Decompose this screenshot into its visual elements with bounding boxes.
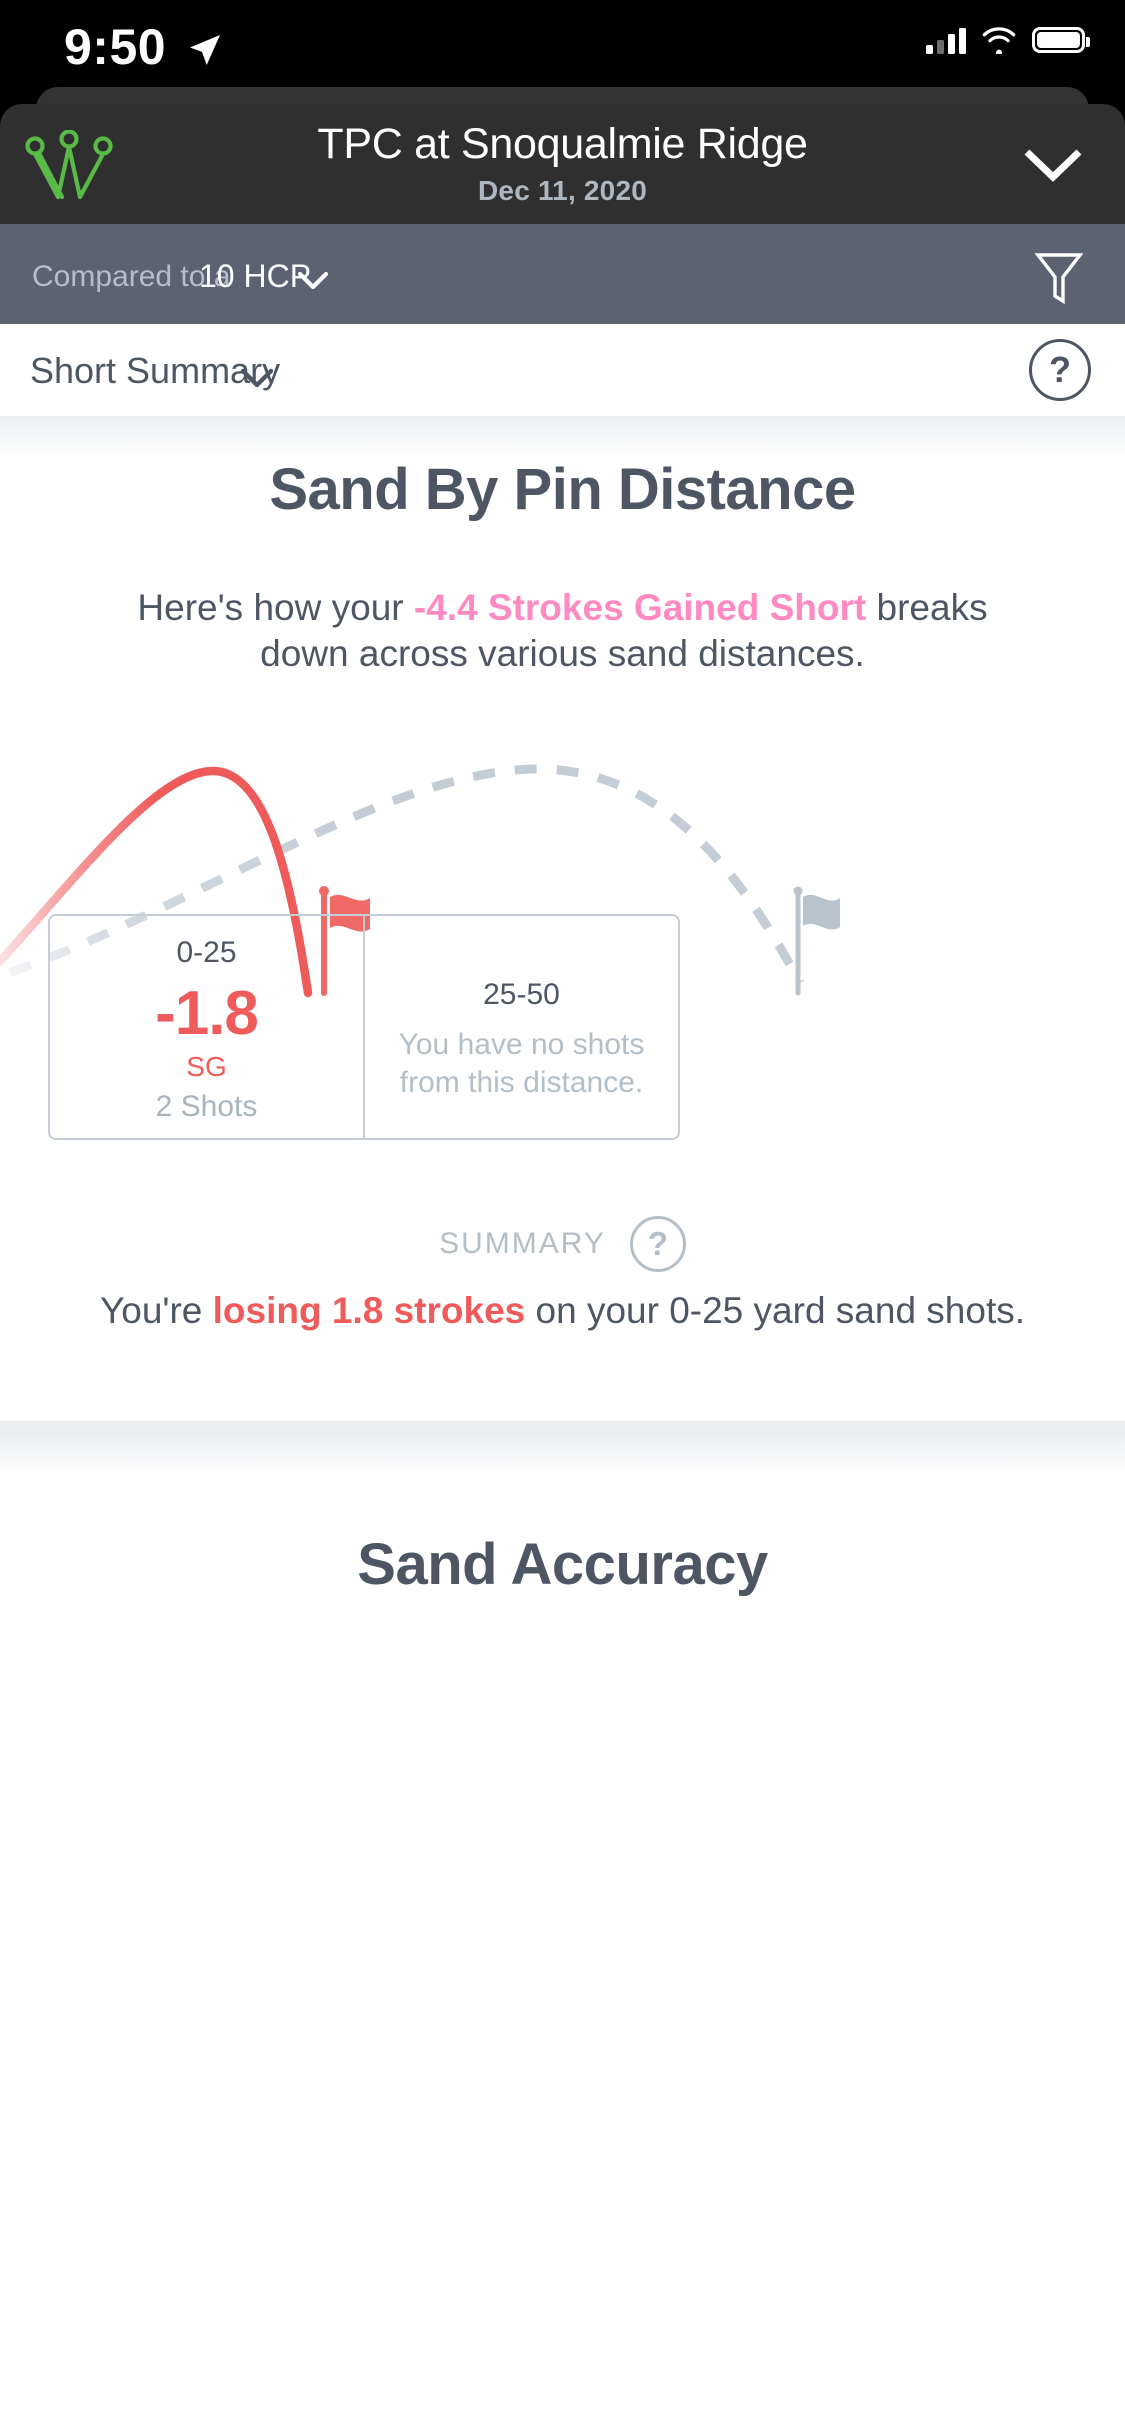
summary-text-prefix: You're — [99, 1290, 213, 1331]
description-highlight: -4.4 Strokes Gained Short — [413, 587, 867, 628]
page-title: Sand By Pin Distance — [269, 457, 856, 522]
summary-selector-chevron-down-icon[interactable] — [240, 368, 274, 388]
summary-help-button[interactable]: ? — [629, 1216, 686, 1272]
help-button[interactable]: ? — [1029, 339, 1091, 401]
section-description: Here's how your -4.4 Strokes Gained Shor… — [100, 585, 1025, 677]
cellular-signal-icon — [926, 26, 966, 54]
stat-cell-0-25[interactable]: 0-25 -1.8 SG 2 Shots — [50, 916, 363, 1138]
battery-full-icon — [1032, 27, 1090, 53]
compare-handicap-value[interactable]: 10 HCP — [199, 258, 311, 295]
funnel-filter-icon[interactable] — [1034, 251, 1084, 305]
gray-flag-icon — [793, 886, 840, 996]
round-header[interactable]: TPC at Snoqualmie Ridge Dec 11, 2020 — [0, 104, 1125, 224]
round-date: Dec 11, 2020 — [478, 175, 647, 207]
status-bar: 9:50 — [0, 0, 1125, 96]
sand-distance-stats-card: 0-25 -1.8 SG 2 Shots 25-50 You have no s… — [48, 914, 680, 1140]
summary-selector-bar: Short Summary ? — [0, 324, 1125, 416]
summary-heading-row: SUMMARY ? — [0, 1216, 1125, 1272]
section-divider — [0, 1421, 1125, 1435]
header-collapse-chevron-down-icon[interactable] — [1023, 148, 1083, 182]
header-text-block: TPC at Snoqualmie Ridge Dec 11, 2020 — [0, 120, 1125, 207]
stat-shot-count: 2 Shots — [155, 1090, 258, 1123]
stat-range-label: 0-25 — [176, 936, 237, 969]
compare-bar: Compared to a 10 HCP — [0, 224, 1125, 324]
course-name: TPC at Snoqualmie Ridge — [317, 120, 808, 168]
content-scroll-area[interactable]: Sand By Pin Distance Here's how your -4.… — [0, 416, 1125, 2436]
summary-text-highlight: losing 1.8 strokes — [212, 1290, 526, 1331]
summary-text-suffix: on your 0-25 yard sand shots. — [525, 1290, 1026, 1331]
stat-unit-label: SG — [186, 1051, 227, 1082]
next-section[interactable]: Sand Accuracy — [0, 1435, 1125, 1855]
compare-chevron-down-icon[interactable] — [297, 271, 329, 290]
summary-text: You're losing 1.8 strokes on your 0-25 y… — [90, 1288, 1035, 1335]
location-arrow-icon — [185, 30, 225, 75]
stat-value: -1.8 — [155, 979, 259, 1048]
next-section-title: Sand Accuracy — [357, 1532, 768, 1597]
stat-range-label: 25-50 — [483, 978, 560, 1011]
summary-heading-label: SUMMARY — [439, 1227, 606, 1260]
status-bar-indicators — [926, 26, 1090, 54]
wifi-icon — [982, 27, 1016, 54]
app-root: 9:50 TPC at Snoqualmie Ridge Dec 11, 202… — [0, 0, 1125, 2436]
description-prefix: Here's how your — [137, 587, 414, 628]
stat-empty-message: You have no shots from this distance. — [398, 1028, 645, 1099]
status-bar-time: 9:50 — [64, 19, 167, 75]
stat-cell-25-50[interactable]: 25-50 You have no shots from this distan… — [363, 916, 678, 1138]
